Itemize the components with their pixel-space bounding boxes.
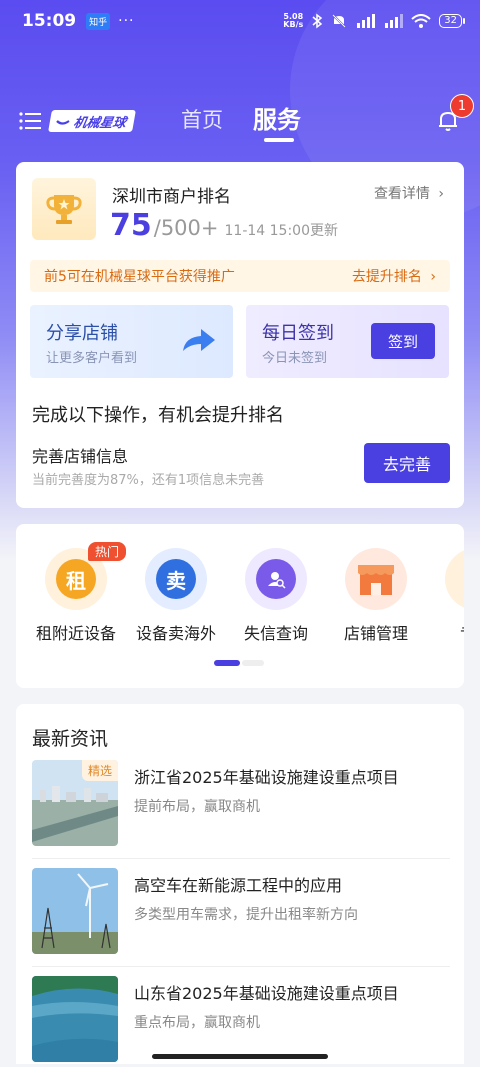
status-bar: 15:09 知乎 ··· 5.08 KB/s 32 xyxy=(0,0,480,42)
mute-icon xyxy=(331,13,347,29)
share-title: 分享店铺 xyxy=(46,323,118,344)
service-label: 租附近设备 xyxy=(35,624,116,643)
service-exclusive[interactable]: 专属 xyxy=(426,548,464,644)
menu-icon[interactable] xyxy=(18,111,42,131)
wifi-icon xyxy=(411,14,431,28)
chevron-right-icon: › xyxy=(438,186,444,202)
promo-text: 前5可在机械星球平台获得推广 xyxy=(44,269,235,285)
rank-detail-link[interactable]: 查看详情 › xyxy=(374,183,444,203)
news-headline: 高空车在新能源工程中的应用 xyxy=(134,876,343,895)
news-thumbnail: 精选 xyxy=(32,760,118,846)
service-sell-overseas[interactable]: 卖 设备卖海外 xyxy=(126,548,226,644)
status-time: 15:09 xyxy=(22,11,77,31)
service-label: 失信查询 xyxy=(243,624,308,643)
promo-link[interactable]: 去提升排名 › xyxy=(352,266,436,286)
notification-badge: 1 xyxy=(450,94,474,118)
share-store-card[interactable]: 分享店铺 让更多客户看到 xyxy=(30,305,233,378)
stack-icon xyxy=(445,548,464,610)
sell-icon-glyph: 卖 xyxy=(156,559,196,599)
share-arrow-icon xyxy=(183,329,215,351)
signal-icon-2 xyxy=(383,14,404,28)
news-card: 最新资讯 精选 浙江省2025年基础设施建设重点项目 提前布局，赢取商机 高空车… xyxy=(16,704,464,1064)
news-subtitle: 重点布局，赢取商机 xyxy=(134,1015,260,1031)
rank-title: 深圳市商户排名 xyxy=(112,187,231,207)
hot-badge: 热门 xyxy=(88,542,126,561)
more-notifications-icon: ··· xyxy=(118,13,135,29)
share-subtitle: 让更多客户看到 xyxy=(46,351,138,366)
news-headline: 浙江省2025年基础设施建设重点项目 xyxy=(134,768,399,787)
news-heading: 最新资讯 xyxy=(32,728,109,750)
store-icon xyxy=(345,548,407,610)
rank-value: 75 /500+ 11-14 15:00更新 xyxy=(110,208,338,243)
tab-home[interactable]: 首页 xyxy=(181,104,223,134)
home-indicator[interactable] xyxy=(152,1054,328,1059)
promo-banner[interactable]: 前5可在机械星球平台获得推广 去提升排名 › xyxy=(30,260,450,292)
rank-number: 75 xyxy=(110,208,152,243)
services-row: 租 热门 租附近设备 卖 设备卖海外 失信查询 店铺管理 xyxy=(26,542,464,644)
news-thumbnail xyxy=(32,976,118,1062)
sign-title: 每日签到 xyxy=(262,323,334,344)
top-nav: 机械星球 首页 服务 1 xyxy=(0,94,480,146)
services-pager xyxy=(214,660,264,666)
service-rent-nearby[interactable]: 租 热门 租附近设备 xyxy=(26,542,126,644)
sell-icon: 卖 xyxy=(145,548,207,610)
trophy-icon xyxy=(32,178,96,240)
service-label: 店铺管理 xyxy=(343,624,408,643)
services-card: 租 热门 租附近设备 卖 设备卖海外 失信查询 店铺管理 xyxy=(16,524,464,688)
service-label: 专属 xyxy=(460,620,464,644)
news-item[interactable]: 精选 浙江省2025年基础设施建设重点项目 提前布局，赢取商机 xyxy=(32,760,450,848)
pager-dot-active xyxy=(214,660,240,666)
active-tab-indicator xyxy=(264,138,294,142)
divider xyxy=(32,858,450,859)
sign-status: 今日未签到 xyxy=(262,351,328,366)
logo-text: 机械星球 xyxy=(72,115,127,131)
pager-dot xyxy=(242,660,264,666)
rent-icon-glyph: 租 xyxy=(56,559,96,599)
merchant-rank-card: 深圳市商户排名 查看详情 › 75 /500+ 11-14 15:00更新 前5… xyxy=(16,162,464,508)
service-label: 设备卖海外 xyxy=(135,624,216,643)
signal-icon-1 xyxy=(355,14,376,28)
sign-in-button[interactable]: 签到 xyxy=(371,323,435,359)
rank-updated-time: 11-14 15:00更新 xyxy=(224,223,338,239)
featured-tag: 精选 xyxy=(81,760,118,781)
chevron-right-icon: › xyxy=(430,269,436,285)
news-subtitle: 提前布局，赢取商机 xyxy=(134,799,260,815)
news-headline: 山东省2025年基础设施建设重点项目 xyxy=(134,984,399,1003)
rank-detail-label: 查看详情 xyxy=(373,186,430,202)
net-speed-unit: KB/s xyxy=(283,20,304,29)
task-name: 完善店铺信息 xyxy=(32,447,129,466)
rank-total: /500+ xyxy=(153,216,219,240)
daily-sign-card: 每日签到 今日未签到 签到 xyxy=(246,305,449,378)
news-subtitle: 多类型用车需求，提升出租率新方向 xyxy=(134,907,358,923)
tasks-heading: 完成以下操作，有机会提升排名 xyxy=(32,405,284,426)
service-credit-check[interactable]: 失信查询 xyxy=(226,548,326,644)
news-item[interactable]: 高空车在新能源工程中的应用 多类型用车需求，提升出租率新方向 xyxy=(32,868,450,956)
promo-link-label: 去提升排名 xyxy=(351,269,422,285)
tab-service[interactable]: 服务 xyxy=(253,100,301,135)
battery-icon: 32 xyxy=(439,14,465,28)
complete-info-button[interactable]: 去完善 xyxy=(364,443,450,483)
app-notification-icon: 知乎 xyxy=(86,12,111,30)
person-search-icon xyxy=(245,548,307,610)
net-speed: 5.08 KB/s xyxy=(283,13,303,29)
news-item[interactable]: 山东省2025年基础设施建设重点项目 重点布局，赢取商机 xyxy=(32,976,450,1064)
news-thumbnail xyxy=(32,868,118,954)
brand-logo: 机械星球 xyxy=(48,110,136,132)
logo-mark-icon xyxy=(56,120,70,125)
divider xyxy=(32,966,450,967)
bluetooth-icon xyxy=(311,13,323,29)
task-description: 当前完善度为87%，还有1项信息未完善 xyxy=(32,473,265,488)
service-store-management[interactable]: 店铺管理 xyxy=(326,548,426,644)
